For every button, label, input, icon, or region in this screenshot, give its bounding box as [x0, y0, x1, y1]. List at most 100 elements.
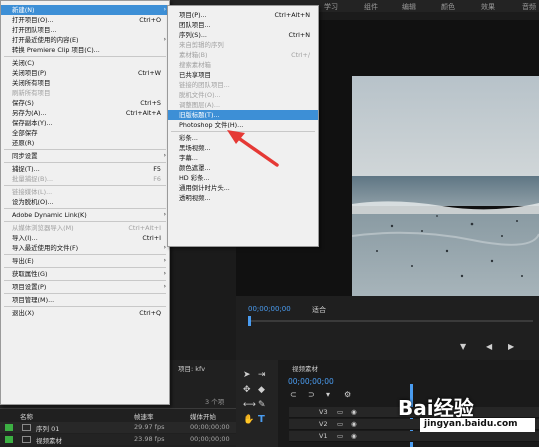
menu-item-label: 已共享项目: [179, 71, 211, 79]
menu-item-设为脱机[interactable]: 设为脱机(O)...: [1, 197, 169, 207]
playhead-marker[interactable]: [248, 316, 251, 326]
submenu-arrow-icon: ›: [163, 36, 166, 43]
menu-item-label: 通用倒计时片头...: [179, 184, 230, 192]
menu-item-hd-彩条[interactable]: HD 彩条...: [168, 173, 318, 183]
submenu-arrow-icon: ›: [163, 270, 166, 277]
menu-item-导入[interactable]: 导入(I)... Ctrl+I: [1, 233, 169, 243]
menu-item-label: 彩条...: [179, 134, 198, 142]
menu-item-label: 旧版标题(T)...: [179, 111, 220, 119]
play-icon[interactable]: ▶: [508, 342, 514, 351]
column-header-start[interactable]: 媒体开始: [190, 411, 216, 421]
slip-tool-icon[interactable]: ⟷: [243, 400, 256, 410]
hand-tool-icon[interactable]: ✋: [243, 415, 254, 425]
menu-separator: [4, 149, 166, 150]
menu-item-保存副本[interactable]: 保存副本(Y)...: [1, 118, 169, 128]
menu-item-label: 透明视频...: [179, 194, 211, 202]
table-row[interactable]: 视频素材 23.98 fps 00;00;00;00: [0, 434, 236, 445]
menu-item-团队项目[interactable]: 团队项目...: [168, 20, 318, 30]
menu-item-透明视频[interactable]: 透明视频...: [168, 193, 318, 203]
menu-item-shortcut: Ctrl+Q: [139, 309, 161, 317]
pen-tool-icon[interactable]: ✎: [258, 400, 266, 410]
menu-item-关闭项目[interactable]: 关闭项目(P) Ctrl+W: [1, 68, 169, 78]
menu-item-转换-premiere-clip-项目[interactable]: 转换 Premiere Clip 项目(C)...: [1, 45, 169, 55]
menu-item-项目管理[interactable]: 项目管理(M)...: [1, 295, 169, 305]
timeline-tab[interactable]: 视频素材: [292, 363, 318, 373]
menu-item-label: 设为脱机(O)...: [12, 198, 54, 206]
menu-item-label: 调整图层(A)...: [179, 101, 221, 109]
step-back-icon[interactable]: ◀: [486, 342, 492, 351]
menu-item-序列[interactable]: 序列(S)... Ctrl+N: [168, 30, 318, 40]
row-start: 00;00;00;00: [190, 435, 230, 443]
table-row[interactable]: 序列 01 29.97 fps 00;00;00;00: [0, 422, 236, 433]
menu-item-项目[interactable]: 项目(P)... Ctrl+Alt+N: [168, 10, 318, 20]
fit-dropdown[interactable]: 适合: [312, 305, 326, 315]
menu-item-label: 链接的团队项目...: [179, 81, 230, 89]
menu-item-项目设置[interactable]: 项目设置(P) ›: [1, 282, 169, 292]
track-select-icon[interactable]: ⇥: [258, 370, 266, 380]
workspace-tab-learn[interactable]: 学习: [324, 2, 338, 12]
menu-item-label: 项目管理(M)...: [12, 296, 55, 304]
menu-item-保存[interactable]: 保存(S) Ctrl+S: [1, 98, 169, 108]
menu-item-关闭所有项目[interactable]: 关闭所有项目: [1, 78, 169, 88]
menu-separator: [4, 56, 166, 57]
menu-item-退出[interactable]: 退出(X) Ctrl+Q: [1, 308, 169, 318]
workspace-tab-editing[interactable]: 编辑: [402, 2, 416, 12]
menu-item-shortcut: Ctrl+I: [142, 234, 161, 242]
menu-item-旧版标题[interactable]: 旧版标题(T)...: [168, 110, 318, 120]
workspace-tab-assembly[interactable]: 组件: [364, 2, 378, 12]
menu-item-另存为[interactable]: 另存为(A)... Ctrl+Alt+A: [1, 108, 169, 118]
workspace-tab-effects[interactable]: 效果: [481, 2, 495, 12]
sync-lock-icon[interactable]: ▭: [337, 420, 343, 428]
submenu-arrow-icon: ›: [163, 244, 166, 251]
menu-item-捕捉[interactable]: 捕捉(T)... F5: [1, 164, 169, 174]
column-header-fps[interactable]: 帧速率: [134, 411, 154, 421]
menu-item-脱机文件: 脱机文件(O)...: [168, 90, 318, 100]
row-start: 00;00;00;00: [190, 423, 230, 431]
marker-add-icon[interactable]: ▾: [326, 390, 330, 399]
sync-lock-icon[interactable]: ▭: [337, 408, 343, 416]
menu-item-新建[interactable]: 新建(N) ›: [1, 5, 169, 15]
menu-item-label: 项目(P)...: [179, 11, 207, 19]
menu-item-label: 打开项目(O)...: [12, 16, 54, 24]
menu-item-还原[interactable]: 还原(R): [1, 138, 169, 148]
selection-tool-icon[interactable]: ➤: [243, 370, 251, 380]
menu-item-打开最近使用的内容[interactable]: 打开最近使用的内容(E) ›: [1, 35, 169, 45]
menu-item-打开项目[interactable]: 打开项目(O)... Ctrl+O: [1, 15, 169, 25]
project-header-divider: [0, 408, 236, 409]
menu-item-已共享项目[interactable]: 已共享项目: [168, 70, 318, 80]
menu-item-label: 字幕...: [179, 154, 198, 162]
type-tool-icon[interactable]: T: [258, 414, 265, 425]
sequence-icon: [22, 424, 31, 431]
ripple-edit-icon[interactable]: ✥: [243, 385, 251, 395]
menu-item-全部保存[interactable]: 全部保存: [1, 128, 169, 138]
menu-item-adobe-dynamic-link[interactable]: Adobe Dynamic Link(K) ›: [1, 210, 169, 220]
menu-item-label: 黑场视频...: [179, 144, 211, 152]
eye-icon[interactable]: ◉: [351, 432, 357, 440]
menu-separator: [4, 254, 166, 255]
menu-item-shortcut: Ctrl+/: [291, 51, 310, 59]
project-tab[interactable]: 项目: kfv: [178, 363, 205, 373]
menu-item-导入最近使用的文件[interactable]: 导入最近使用的文件(F) ›: [1, 243, 169, 253]
eye-icon[interactable]: ◉: [351, 420, 357, 428]
wrench-icon[interactable]: ⚙: [344, 390, 351, 399]
menu-item-获取属性[interactable]: 获取属性(G) ›: [1, 269, 169, 279]
menu-item-打开团队项目[interactable]: 打开团队项目...: [1, 25, 169, 35]
menu-item-素材箱: 素材箱(B) Ctrl+/: [168, 50, 318, 60]
linked-selection-icon[interactable]: ⊃: [308, 390, 315, 399]
workspace-tab-audio[interactable]: 音频: [522, 2, 536, 12]
menu-item-label: 同步设置: [12, 152, 38, 160]
menu-item-关闭[interactable]: 关闭(C): [1, 58, 169, 68]
sync-lock-icon[interactable]: ▭: [337, 432, 343, 440]
razor-tool-icon[interactable]: ◆: [258, 385, 265, 395]
marker-icon[interactable]: ▼: [460, 342, 466, 351]
track-v1[interactable]: V1 ▭ ◉: [289, 431, 539, 442]
timeline-timecode[interactable]: 00;00;00;00: [288, 377, 334, 386]
column-header-name[interactable]: 名称: [20, 411, 33, 421]
menu-item-通用倒计时片头[interactable]: 通用倒计时片头...: [168, 183, 318, 193]
eye-icon[interactable]: ◉: [351, 408, 357, 416]
snap-icon[interactable]: ⊂: [290, 390, 297, 399]
playhead-scrubber[interactable]: [248, 320, 533, 322]
menu-item-导出[interactable]: 导出(E) ›: [1, 256, 169, 266]
menu-item-同步设置[interactable]: 同步设置 ›: [1, 151, 169, 161]
workspace-tab-color[interactable]: 颜色: [441, 2, 455, 12]
